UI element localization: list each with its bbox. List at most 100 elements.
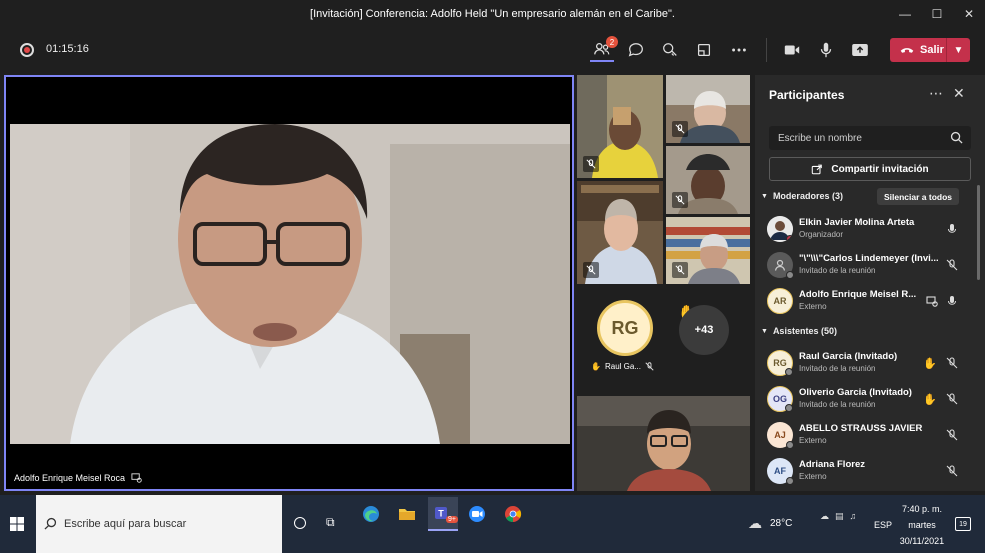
minimize-button[interactable]: —	[889, 0, 921, 28]
share-icon	[812, 164, 823, 175]
participant-row[interactable]: AF Adriana Florez Externo	[767, 456, 977, 488]
participant-name: Adriana Florez	[799, 459, 865, 470]
maximize-button[interactable]: ☐	[921, 0, 953, 28]
avatar: RG	[597, 300, 653, 356]
panel-scrollbar[interactable]	[977, 185, 980, 280]
camera-button[interactable]	[780, 38, 804, 62]
clock-date[interactable]: 30/11/2021	[897, 536, 947, 546]
task-view-button[interactable]: ⧉	[326, 515, 335, 530]
close-window-button[interactable]: ✕	[953, 0, 985, 28]
reactions-button[interactable]	[658, 38, 682, 62]
mic-off-icon	[945, 258, 959, 272]
leave-button[interactable]: Salir ▼	[890, 38, 970, 62]
zoom-app-button[interactable]	[464, 501, 490, 527]
mic-off-icon	[945, 392, 959, 406]
share-screen-button[interactable]	[848, 38, 872, 62]
language-indicator[interactable]: ESP	[874, 520, 892, 530]
chevron-down-icon: ▼	[761, 192, 768, 200]
mic-off-icon	[945, 356, 959, 370]
mute-all-button[interactable]: Silenciar a todos	[877, 188, 959, 205]
chat-button[interactable]	[624, 38, 648, 62]
participant-name: Raul Garcia (Invitado)	[799, 351, 898, 362]
weather-temp[interactable]: 28°C	[770, 518, 792, 529]
muted-indicator	[672, 262, 688, 278]
folder-icon	[399, 509, 415, 520]
notifications-count: 19	[959, 520, 967, 528]
participant-tile-6[interactable]	[577, 396, 750, 491]
participant-tile-3[interactable]	[666, 146, 750, 214]
presence-offline-icon	[786, 271, 794, 279]
muted-indicator	[672, 192, 688, 208]
notifications-button[interactable]: 19	[955, 517, 971, 531]
windows-icon	[10, 517, 24, 531]
taskbar-search-input[interactable]: Escribe aquí para buscar	[36, 495, 282, 553]
panel-more-button[interactable]: ⋯	[929, 85, 943, 102]
presence-offline-icon	[785, 368, 793, 376]
share-invite-button[interactable]: Compartir invitación	[769, 157, 971, 181]
leave-label: Salir	[920, 44, 944, 56]
panel-title: Participantes	[769, 88, 845, 102]
avatar: AR	[767, 288, 793, 314]
attendees-label: Asistentes (50)	[772, 326, 837, 336]
chrome-app-button[interactable]	[500, 501, 526, 527]
speaker-label: Adolfo Enrique Meisel Roca	[14, 472, 142, 483]
clock-time[interactable]: 7:40 p. m.	[897, 504, 947, 514]
participant-row[interactable]: "\"\\\"Carlos Lindemeyer (Invi... Invita…	[767, 250, 977, 282]
avatar: RG	[767, 350, 793, 376]
chrome-icon	[505, 506, 522, 523]
participant-tile-1[interactable]	[577, 75, 663, 178]
raise-hand-icon: ✋	[591, 362, 601, 371]
rooms-button[interactable]	[692, 38, 716, 62]
mic-off-icon	[586, 159, 596, 169]
leave-main[interactable]: Salir	[890, 44, 946, 56]
main-stage: Adolfo Enrique Meisel Roca	[4, 75, 574, 491]
chevron-down-icon: ▼	[761, 327, 768, 335]
participant-search-input[interactable]: Escribe un nombre	[769, 126, 971, 150]
participant-role: Invitado de la reunión	[799, 266, 876, 275]
attendees-section-toggle[interactable]: ▼ Asistentes (50)	[761, 326, 837, 336]
leave-options-button[interactable]: ▼	[946, 38, 970, 62]
mic-off-icon	[645, 362, 654, 371]
participant-row[interactable]: AJ ABELLO STRAUSS JAVIER Externo	[767, 420, 977, 452]
share-screen-icon	[852, 43, 868, 57]
mic-off-icon	[945, 464, 959, 478]
participants-button[interactable]: 2	[590, 36, 618, 62]
network-icon[interactable]: ▤	[835, 511, 844, 522]
avatar-initials: OG	[772, 394, 787, 404]
avatar-initials: AF	[774, 466, 786, 476]
participant-name: ABELLO STRAUSS JAVIER	[799, 423, 923, 434]
speaker-video-frame	[10, 124, 570, 444]
camera-icon	[784, 45, 800, 55]
ellipsis-icon: ⋯	[929, 85, 943, 101]
participant-row[interactable]: RG Raul Garcia (Invitado) Invitado de la…	[767, 348, 977, 380]
cloud-icon[interactable]: ☁	[820, 511, 829, 522]
more-actions-button[interactable]	[727, 38, 751, 62]
participant-tile-2[interactable]	[666, 75, 750, 143]
microphone-button[interactable]	[814, 38, 838, 62]
raise-hand-icon: ✋	[923, 393, 937, 406]
presence-offline-icon	[786, 441, 794, 449]
participant-row[interactable]: AR Adolfo Enrique Meisel R... Externo	[767, 286, 977, 318]
cortana-button[interactable]	[294, 517, 306, 529]
participant-row[interactable]: OG Oliverio Garcia (Invitado) Invitado d…	[767, 384, 977, 416]
edge-app-button[interactable]	[358, 501, 384, 527]
clock-day[interactable]: martes	[897, 520, 947, 530]
reaction-icon	[663, 43, 677, 56]
participant-tile-4[interactable]	[577, 181, 663, 284]
presence-offline-icon	[786, 477, 794, 485]
panel-close-button[interactable]: ✕	[953, 85, 965, 102]
screen-share-icon	[925, 294, 939, 308]
more-participants-button[interactable]: +43	[679, 305, 729, 355]
speaker-icon[interactable]: ♫	[850, 511, 857, 522]
participant-tile-rg[interactable]: RG ✋ Raul Ga...	[577, 294, 663, 380]
teams-app-button[interactable]: T 9+	[428, 497, 458, 531]
weather-icon: ☁	[748, 515, 762, 531]
moderators-section-toggle[interactable]: ▼ Moderadores (3)	[761, 191, 843, 201]
participant-row[interactable]: Elkin Javier Molina Arteta Organizador	[767, 214, 977, 246]
taskbar-search-placeholder: Escribe aquí para buscar	[64, 518, 187, 530]
participant-role: Organizador	[799, 230, 844, 239]
participant-tile-5[interactable]	[666, 217, 750, 284]
avatar: AF	[767, 458, 794, 485]
file-explorer-button[interactable]	[394, 501, 420, 527]
start-button[interactable]	[10, 517, 24, 531]
